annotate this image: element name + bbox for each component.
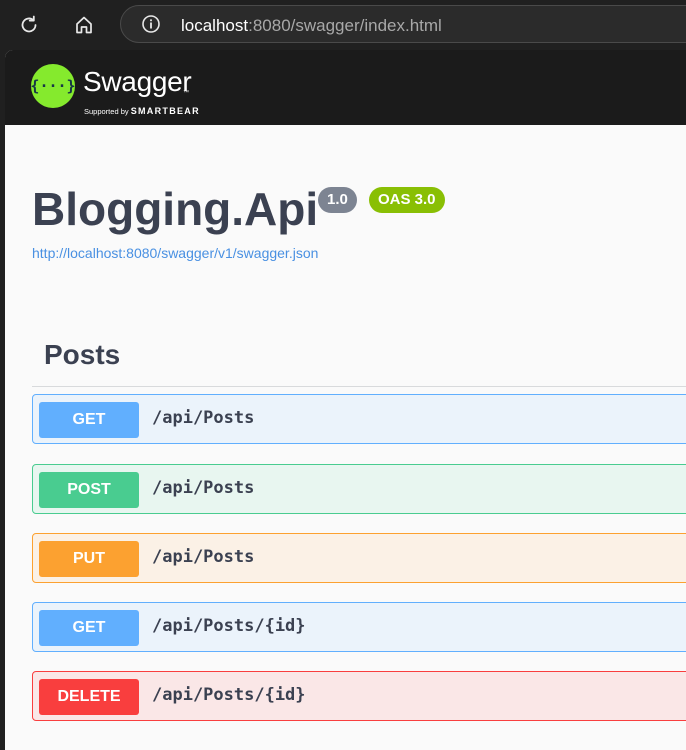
version-badge: 1.0	[318, 187, 357, 213]
home-button[interactable]	[69, 10, 99, 40]
address-bar[interactable]: localhost:8080/swagger/index.html	[120, 5, 686, 43]
operation-delete-post-by-id[interactable]: DELETE /api/Posts/{id}	[32, 671, 686, 721]
oas-badge: OAS 3.0	[369, 187, 445, 213]
operation-post-posts[interactable]: POST /api/Posts	[32, 464, 686, 514]
operation-path: /api/Posts	[152, 408, 255, 428]
method-badge: POST	[39, 472, 139, 508]
swagger-wordmark: Swagger	[83, 66, 192, 97]
swagger-topbar: {···} Swagger ™ Supported by SMARTBEAR	[5, 50, 686, 125]
home-icon	[76, 16, 92, 34]
tag-divider	[32, 386, 686, 387]
operation-path: /api/Posts/{id}	[152, 616, 306, 636]
browser-toolbar: localhost:8080/swagger/index.html	[0, 0, 686, 50]
operation-path: /api/Posts	[152, 547, 255, 567]
swagger-logo-icon[interactable]: {···}	[30, 64, 76, 108]
trademark-mark: ™	[183, 90, 189, 96]
url-path: :8080/swagger/index.html	[248, 16, 442, 35]
spec-url-link[interactable]: http://localhost:8080/swagger/v1/swagger…	[32, 245, 318, 261]
supported-by-label: Supported by	[84, 107, 131, 116]
api-title: Blogging.Api	[32, 183, 319, 235]
smartbear-label: SMARTBEAR	[130, 106, 200, 116]
supported-by-text: Supported by SMARTBEAR	[84, 101, 200, 119]
operation-get-posts[interactable]: GET /api/Posts	[32, 394, 686, 444]
method-badge: GET	[39, 610, 139, 646]
url-host: localhost	[181, 16, 249, 35]
info-icon[interactable]	[141, 14, 161, 34]
operation-path: /api/Posts/{id}	[152, 685, 306, 705]
url-text[interactable]: localhost:8080/swagger/index.html	[181, 16, 442, 36]
operation-get-post-by-id[interactable]: GET /api/Posts/{id}	[32, 602, 686, 652]
operation-put-posts[interactable]: PUT /api/Posts	[32, 533, 686, 583]
reload-icon	[21, 15, 37, 33]
method-badge: GET	[39, 402, 139, 438]
tag-posts-header[interactable]: Posts	[44, 339, 120, 371]
method-badge: PUT	[39, 541, 139, 577]
page-viewport: {···} Swagger ™ Supported by SMARTBEAR B…	[5, 50, 686, 750]
operation-path: /api/Posts	[152, 478, 255, 498]
method-badge: DELETE	[39, 679, 139, 715]
reload-button[interactable]	[14, 10, 44, 40]
